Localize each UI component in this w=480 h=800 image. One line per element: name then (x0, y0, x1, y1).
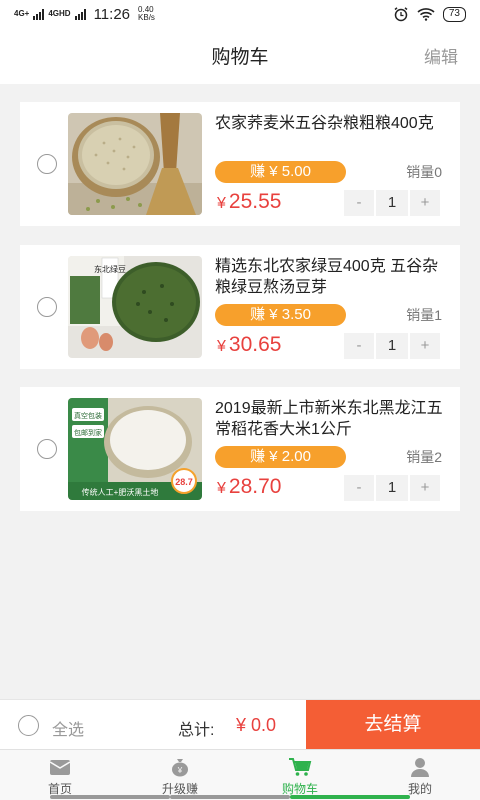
item-select-radio[interactable] (37, 439, 57, 459)
decrease-button[interactable]: - (344, 475, 374, 501)
home-indicator (170, 795, 290, 799)
quantity-input[interactable]: 1 (376, 475, 408, 501)
status-time: 11:26 (93, 5, 131, 23)
nav-header: 购物车 编辑 (0, 28, 480, 84)
badge-text-vacuum: 真空包装 (74, 411, 102, 420)
increase-button[interactable]: + (410, 333, 440, 359)
total-label: 总计: (178, 722, 215, 739)
increase-button[interactable]: + (410, 190, 440, 216)
item-price: ¥25.55 (217, 190, 282, 213)
item-price: ¥30.65 (217, 333, 282, 356)
quantity-input[interactable]: 1 (376, 190, 408, 216)
checkout-button[interactable]: 去结算 (306, 700, 480, 750)
mail-icon (49, 760, 71, 775)
quantity-stepper: - 1 + (344, 475, 440, 501)
user-icon (411, 758, 429, 777)
total-amount: ¥ 0.0 (236, 715, 277, 735)
earn-badge: 赚 ¥ 3.50 (215, 304, 346, 326)
product-name[interactable]: 精选东北农家绿豆400克 五谷杂粮绿豆熬汤豆芽 (215, 256, 450, 298)
edit-button[interactable]: 编辑 (424, 43, 458, 68)
alarm-icon (394, 7, 408, 22)
product-image-buckwheat[interactable] (68, 113, 202, 215)
svg-text:¥: ¥ (177, 766, 183, 775)
decrease-button[interactable]: - (344, 333, 374, 359)
signal-2-label: 4GHD (48, 9, 71, 18)
tab-bar: 首页 ¥ 升级赚 购物车 我的 (0, 749, 480, 800)
checkout-bar: 全选 总计: ¥ 0.0 去结算 (0, 699, 480, 750)
select-all-label[interactable]: 全选 (52, 716, 84, 740)
earn-badge: 赚 ¥ 2.00 (215, 446, 346, 468)
quantity-input[interactable]: 1 (376, 333, 408, 359)
sales-count: 销量0 (406, 164, 442, 180)
sales-count: 销量2 (406, 449, 442, 465)
item-select-radio[interactable] (37, 154, 57, 174)
product-image-mung-bean[interactable]: 东北绿豆 (68, 256, 202, 358)
tab-label: 我的 (407, 782, 432, 796)
home-indicator (50, 795, 170, 799)
status-bar: 4G+ 4GHD 11:26 0.40 KB/s 73 (0, 0, 480, 28)
badge-text-shipping: 包邮到家 (74, 428, 102, 437)
product-name[interactable]: 2019最新上市新米东北黑龙江五常稻花香大米1公斤 (215, 398, 450, 440)
product-image-rice[interactable]: 真空包装 包邮到家 传统人工+肥沃黑土地 28.7 (68, 398, 202, 500)
earn-badge: 赚 ¥ 5.00 (215, 161, 346, 183)
signal-1-label: 4G+ (14, 9, 30, 18)
network-speed: 0.40 KB/s (138, 5, 155, 22)
item-select-radio[interactable] (37, 297, 57, 317)
select-all-radio[interactable] (18, 715, 39, 736)
cart-item: 农家荞麦米五谷杂粮粗粮400克 赚 ¥ 5.00 销量0 ¥25.55 - 1 … (20, 102, 460, 226)
sales-count: 销量1 (406, 307, 442, 323)
quantity-stepper: - 1 + (344, 190, 440, 216)
decrease-button[interactable]: - (344, 190, 374, 216)
price-sticker-text: 28.7 (175, 477, 193, 487)
product-name[interactable]: 农家荞麦米五谷杂粮粗粮400克 (215, 113, 450, 134)
cart-icon (289, 758, 312, 776)
tab-upgrade[interactable]: ¥ 升级赚 (120, 750, 240, 800)
home-indicator-active (290, 795, 410, 799)
item-price: ¥28.70 (217, 475, 282, 498)
tab-profile[interactable]: 我的 (360, 750, 480, 800)
cart-item: 东北绿豆 精选东北农家绿豆400克 五谷杂粮绿豆熬汤豆芽 赚 ¥ 3.50 销量… (20, 245, 460, 369)
tab-home[interactable]: 首页 (0, 750, 120, 800)
increase-button[interactable]: + (410, 475, 440, 501)
page-title: 购物车 (211, 47, 269, 68)
money-bag-icon: ¥ (172, 759, 188, 777)
quantity-stepper: - 1 + (344, 333, 440, 359)
cart-item: 真空包装 包邮到家 传统人工+肥沃黑土地 28.7 2019最新上市新米东北黑龙… (20, 387, 460, 511)
tab-cart[interactable]: 购物车 (240, 750, 360, 800)
banner-text: 传统人工+肥沃黑土地 (82, 487, 159, 497)
signal-1-icon (33, 8, 45, 20)
wifi-icon (417, 8, 435, 21)
signal-2-icon (74, 8, 86, 20)
bag-label-text: 东北绿豆 (94, 264, 126, 274)
battery-indicator: 73 (442, 6, 466, 22)
